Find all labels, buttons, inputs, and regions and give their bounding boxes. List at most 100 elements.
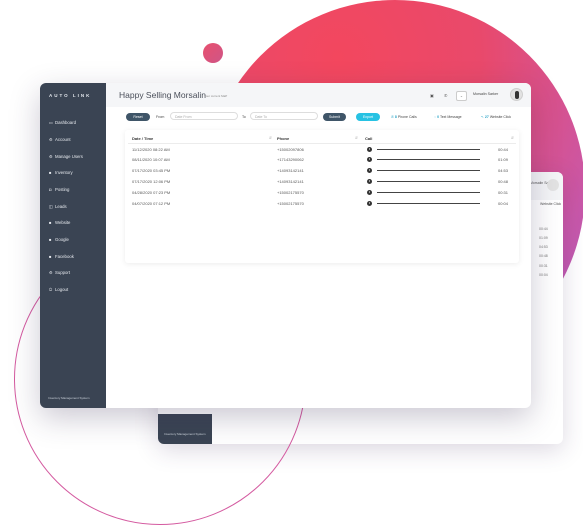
back-window-value: 00:31 <box>539 264 548 268</box>
phone-calls-stat[interactable]: ✆ 8 Phone Calls <box>391 115 417 119</box>
column-header-date[interactable]: Date / Time <box>132 136 153 141</box>
audio-track[interactable] <box>377 203 480 204</box>
row-duration: 04:53 <box>498 168 509 173</box>
user-name[interactable]: Morsalin Sarker <box>473 92 498 96</box>
website-click-count: 27 <box>484 115 489 119</box>
chevron-down-icon[interactable]: ⌄ <box>456 91 467 101</box>
row-date: 11/12/2020 08:22 AM <box>132 147 170 152</box>
page-subtitle: Your current MaP <box>204 94 228 98</box>
sidebar-item-logout[interactable]: ⏻ Logout <box>49 287 68 292</box>
column-header-phone[interactable]: Phone <box>277 136 289 141</box>
row-date: 04/07/2020 07:12 PM <box>132 201 171 206</box>
sidebar-item-google[interactable]: ■ Google <box>49 237 69 242</box>
row-date: 04/28/2020 07:23 PM <box>132 190 171 195</box>
sidebar-item-label: Posting <box>55 187 70 192</box>
column-header-call[interactable]: Call <box>365 136 372 141</box>
from-label: From <box>156 115 165 119</box>
reset-button[interactable]: Reset <box>126 113 150 121</box>
back-window-value: 04:53 <box>539 245 548 249</box>
back-window-value: 01:09 <box>539 236 548 240</box>
row-phone: +17143290062 <box>277 157 304 162</box>
submit-button[interactable]: Submit <box>323 113 346 121</box>
play-icon[interactable] <box>367 189 372 195</box>
to-label: To <box>242 115 246 119</box>
logout-icon: ⏻ <box>49 287 53 292</box>
sidebar-item-leads[interactable]: ◫ Leads <box>49 204 67 209</box>
play-icon[interactable] <box>367 167 372 173</box>
play-icon[interactable] <box>367 156 372 162</box>
back-window-avatar <box>547 179 559 191</box>
text-message-label: Text Message <box>439 115 462 119</box>
row-phone: +15002097806 <box>277 147 304 152</box>
sort-icon[interactable]: ⇵ <box>511 136 514 140</box>
sidebar-footer: Inventory Management System <box>48 396 90 400</box>
posting-icon: ◘ <box>49 187 52 192</box>
sidebar-item-posting[interactable]: ◘ Posting <box>49 187 69 192</box>
date-from-input[interactable]: Date From <box>170 112 238 120</box>
play-icon[interactable] <box>367 146 372 152</box>
text-message-count: 0 <box>437 115 440 119</box>
row-phone: +14093142141 <box>277 168 304 173</box>
back-window-value: 00:48 <box>539 254 548 258</box>
sidebar: AUTO LINK ▭ Dashboard ⚙ Account ⚙ Manage… <box>40 83 106 408</box>
sidebar-item-label: Google <box>55 237 69 242</box>
row-phone: +15002175570 <box>277 201 304 206</box>
phone-calls-label: Phone Calls <box>397 115 417 119</box>
sidebar-item-website[interactable]: ■ Website <box>49 220 70 225</box>
sidebar-item-inventory[interactable]: ■ Inventory <box>49 170 73 175</box>
message-icon: ◌ <box>434 115 437 119</box>
sidebar-item-label: Facebook <box>55 254 74 259</box>
sidebar-item-label: Account <box>55 137 71 142</box>
sidebar-item-dashboard[interactable]: ▭ Dashboard <box>49 120 76 125</box>
audio-track[interactable] <box>377 149 480 150</box>
row-phone: +15002175570 <box>277 190 304 195</box>
text-message-stat[interactable]: ◌ 0 Text Message <box>434 115 462 119</box>
audio-track[interactable] <box>377 181 480 182</box>
sidebar-item-support[interactable]: ⚙ Support <box>49 270 70 275</box>
row-date: 08/11/2020 10:07 AM <box>132 157 170 162</box>
facebook-icon: ■ <box>49 254 52 259</box>
app-logo: AUTO LINK <box>49 93 92 98</box>
play-icon[interactable] <box>367 200 372 206</box>
phone-icon: ✆ <box>391 115 394 119</box>
sidebar-item-manage-users[interactable]: ⚙ Manage Users <box>49 154 83 159</box>
users-icon: ⚙ <box>49 154 53 159</box>
play-icon[interactable] <box>367 178 372 184</box>
row-duration: 00:31 <box>498 190 509 195</box>
back-window-value: 00:44 <box>539 227 548 231</box>
sidebar-item-label: Leads <box>55 204 67 209</box>
phone-calls-count: 8 <box>394 115 397 119</box>
google-icon: ■ <box>49 237 52 242</box>
row-duration: 01:09 <box>498 157 509 162</box>
row-date: 07/17/2020 03:45 PM <box>132 168 171 173</box>
row-duration: 00:04 <box>498 201 509 206</box>
date-to-input[interactable]: Date To <box>250 112 318 120</box>
sidebar-item-facebook[interactable]: ■ Facebook <box>49 254 74 259</box>
main-window: AUTO LINK ▭ Dashboard ⚙ Account ⚙ Manage… <box>40 83 531 408</box>
sidebar-item-account[interactable]: ⚙ Account <box>49 137 71 142</box>
audio-track[interactable] <box>377 159 480 160</box>
background-small-dot <box>203 43 223 63</box>
dashboard-icon: ▭ <box>49 120 53 125</box>
back-window-column-title: Website Click <box>540 202 562 206</box>
audio-track[interactable] <box>377 170 480 171</box>
support-icon: ⚙ <box>49 270 53 275</box>
phone-icon[interactable]: ✆ <box>444 93 447 98</box>
sidebar-item-label: Logout <box>55 287 69 292</box>
row-duration: 00:48 <box>498 179 509 184</box>
account-icon: ⚙ <box>49 137 53 142</box>
sort-icon[interactable]: ⇵ <box>269 136 272 140</box>
sidebar-item-label: Dashboard <box>55 120 77 125</box>
website-click-label: Website Click <box>489 115 511 119</box>
cursor-icon: ↖ <box>481 115 484 119</box>
website-click-stat[interactable]: ↖ 27 Website Click <box>481 115 511 119</box>
audio-track[interactable] <box>377 192 480 193</box>
row-date: 07/17/2020 12:06 PM <box>132 179 171 184</box>
monitor-icon[interactable]: ▣ <box>430 93 434 98</box>
avatar[interactable] <box>510 88 523 101</box>
export-button[interactable]: Export <box>356 113 380 121</box>
sort-icon[interactable]: ⇵ <box>355 136 358 140</box>
row-duration: 00:44 <box>498 147 509 152</box>
table-divider <box>128 143 516 144</box>
sidebar-item-label: Support <box>55 270 71 275</box>
